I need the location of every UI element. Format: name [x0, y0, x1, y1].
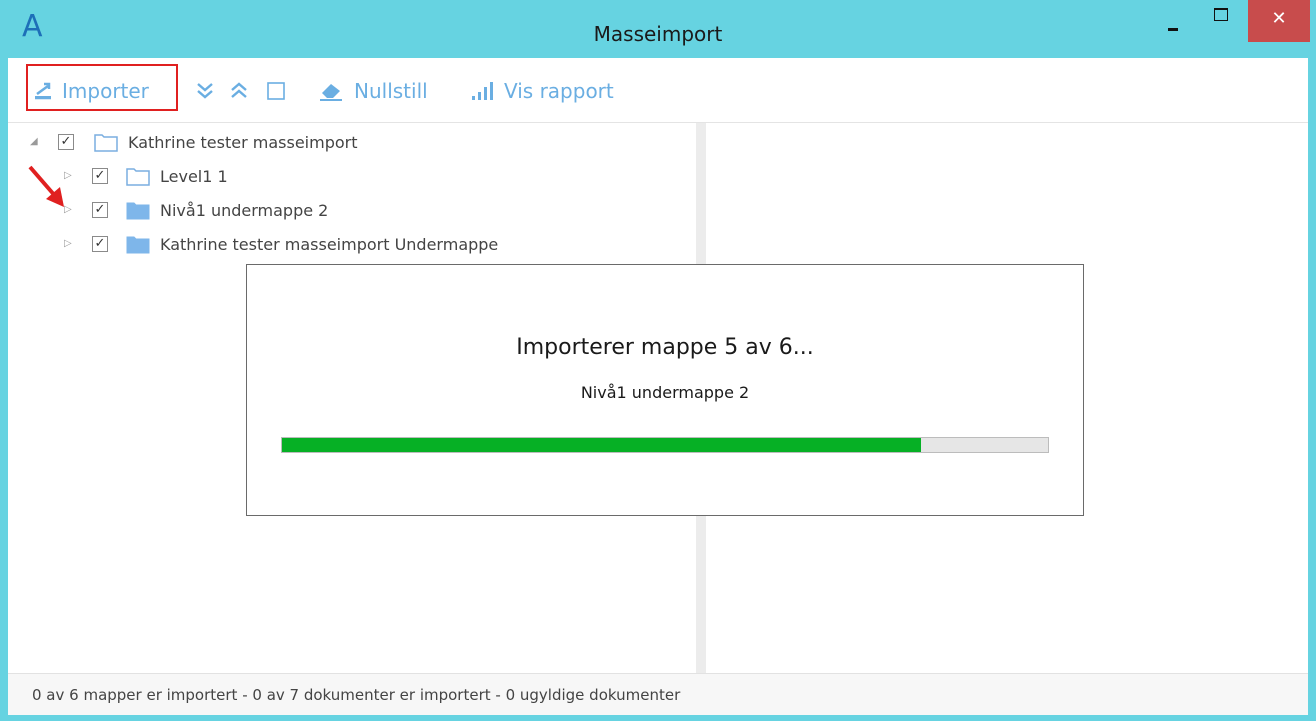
tree-item-label: Level1 1: [160, 167, 228, 186]
tree-item-label: Nivå1 undermappe 2: [160, 201, 329, 220]
tree-item-label: Kathrine tester masseimport: [128, 133, 358, 152]
status-bar: 0 av 6 mapper er importert - 0 av 7 doku…: [8, 673, 1308, 715]
collapsed-triangle-icon[interactable]: ▷: [64, 239, 74, 249]
progress-bar-fill: [282, 438, 921, 452]
import-label: Importer: [62, 79, 149, 103]
progress-dialog: Importerer mappe 5 av 6... Nivå1 underma…: [246, 264, 1084, 516]
close-icon: ✕: [1271, 8, 1287, 29]
progress-current-folder: Nivå1 undermappe 2: [580, 383, 750, 402]
tree-checkbox[interactable]: ✓: [92, 236, 108, 252]
checkbox-icon: [267, 82, 285, 100]
tree-checkbox[interactable]: ✓: [58, 134, 74, 150]
tree-checkbox[interactable]: ✓: [92, 168, 108, 184]
eraser-icon: [320, 84, 342, 101]
window-title: Masseimport: [593, 22, 723, 46]
toolbar: Importer Nullstill Vis rapport: [8, 58, 1308, 123]
tree-item-label: Kathrine tester masseimport Undermappe: [160, 235, 499, 254]
progress-bar: [281, 437, 1049, 453]
close-button[interactable]: ✕: [1248, 0, 1310, 42]
folder-empty-icon: [126, 168, 150, 186]
expanded-triangle-icon[interactable]: ◢: [30, 137, 40, 147]
app-window: A Masseimport ✕ Importer Nullstill Vis r…: [0, 0, 1316, 721]
folder-filled-icon: [126, 236, 150, 254]
reset-label: Nullstill: [354, 79, 428, 103]
tree-checkbox[interactable]: ✓: [92, 202, 108, 218]
expand-all-icon: [197, 83, 213, 99]
maximize-button[interactable]: [1206, 0, 1236, 30]
import-icon: [35, 82, 51, 100]
minimize-button[interactable]: [1160, 0, 1188, 31]
bar-chart-icon: [472, 82, 493, 100]
view-report-label: Vis rapport: [504, 79, 614, 103]
red-arrow-annotation: [28, 165, 64, 207]
folder-filled-icon: [126, 202, 150, 220]
progress-title: Importerer mappe 5 av 6...: [516, 335, 814, 360]
folder-empty-icon: [94, 134, 118, 152]
collapse-all-icon: [231, 82, 247, 98]
title-bar[interactable]: A Masseimport ✕: [0, 0, 1316, 58]
